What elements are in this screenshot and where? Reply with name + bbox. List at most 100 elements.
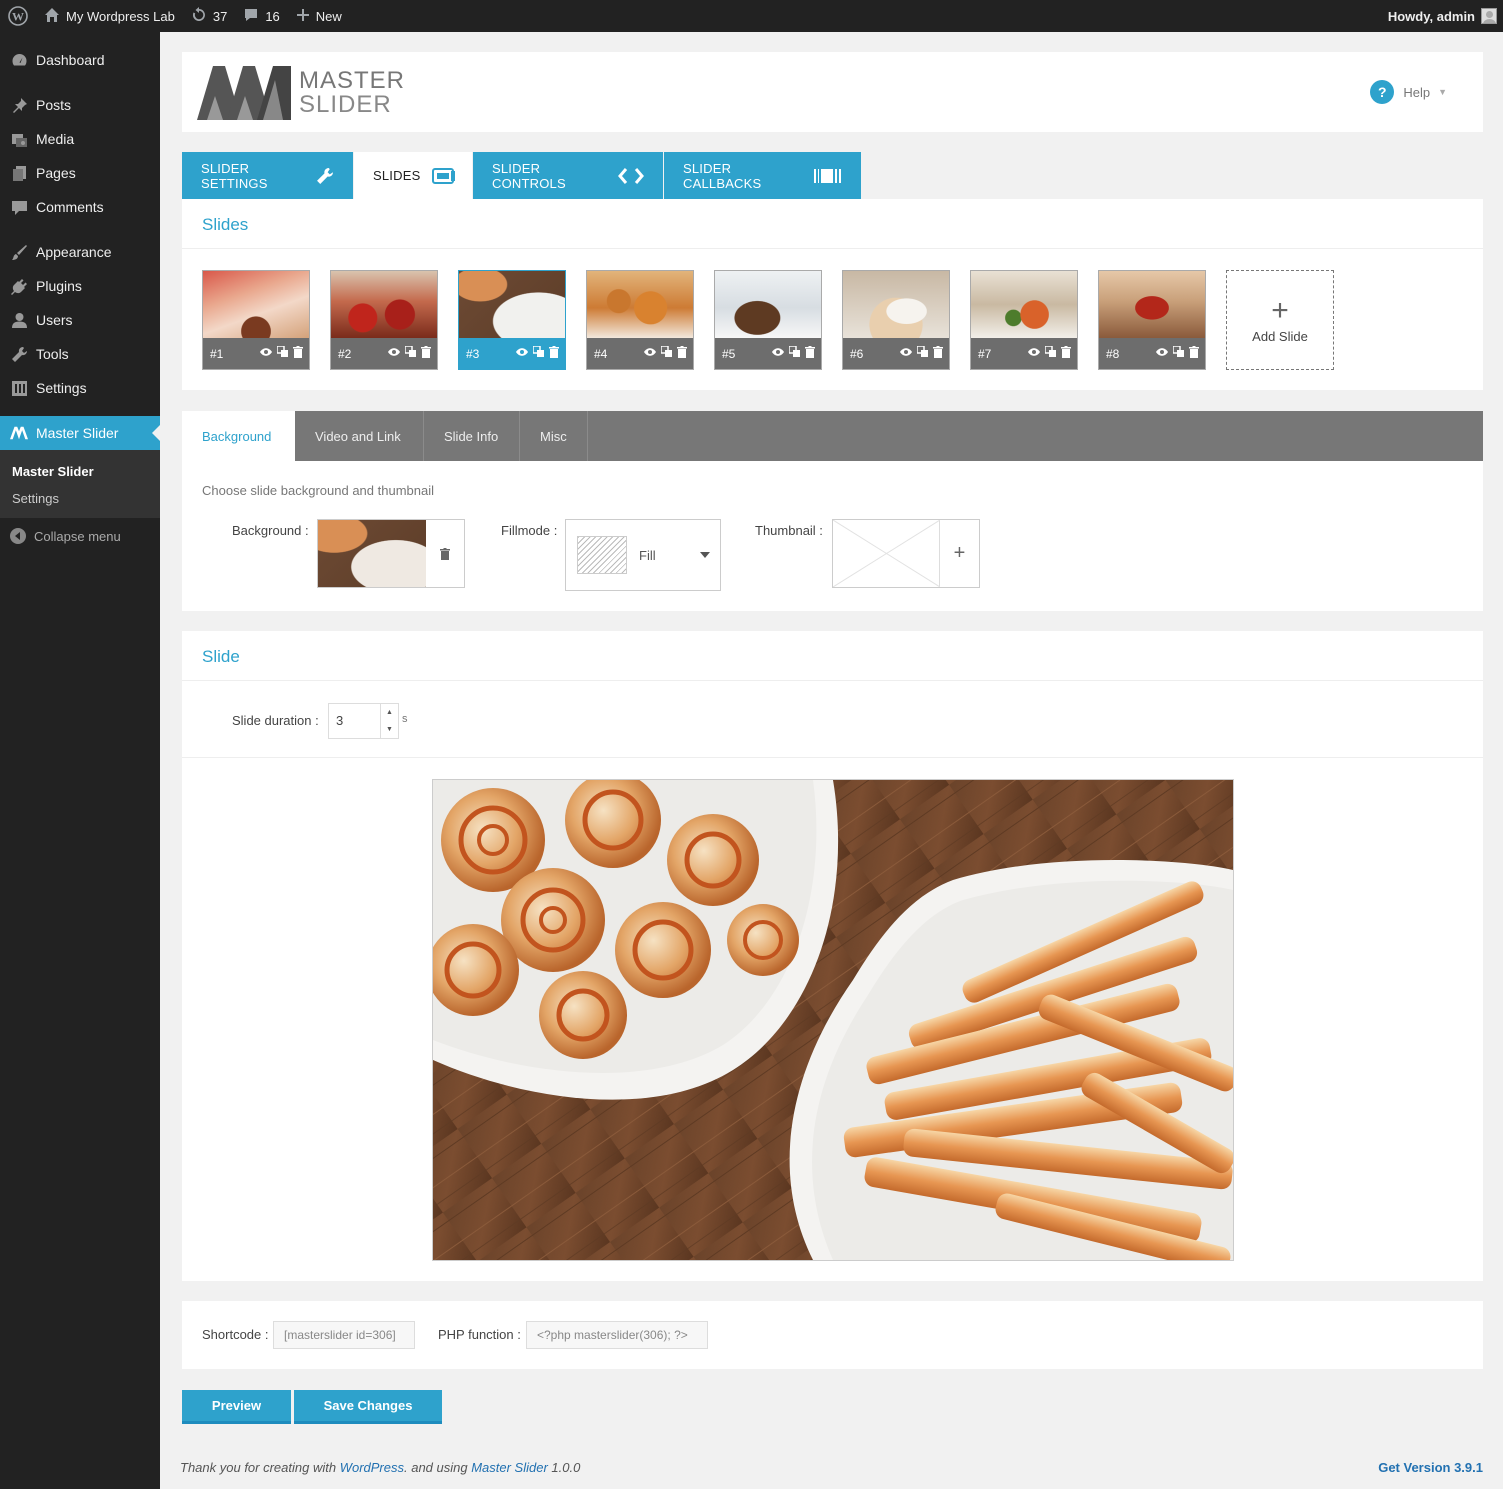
slide-thumb-7[interactable]: #7 xyxy=(970,270,1078,370)
master-slider-link[interactable]: Master Slider xyxy=(471,1460,548,1475)
tab-background[interactable]: Background xyxy=(182,411,295,461)
tab-slide-info[interactable]: Slide Info xyxy=(424,411,520,461)
tab-video-and-link[interactable]: Video and Link xyxy=(295,411,424,461)
wrench-icon xyxy=(10,345,28,363)
user-icon xyxy=(10,311,28,329)
eye-icon[interactable] xyxy=(900,346,912,361)
eye-icon[interactable] xyxy=(516,346,528,361)
eye-icon[interactable] xyxy=(1156,346,1168,361)
slide-thumb-6[interactable]: #6 xyxy=(842,270,950,370)
help-question-icon: ? xyxy=(1370,80,1395,104)
tab-slider-callbacks[interactable]: SLIDER CALLBACKS xyxy=(664,152,861,199)
slide-7-image xyxy=(971,271,1077,338)
trash-icon[interactable] xyxy=(293,346,303,361)
trash-icon[interactable] xyxy=(426,520,464,587)
background-hint: Choose slide background and thumbnail xyxy=(202,483,434,498)
plus-icon[interactable]: + xyxy=(940,520,979,587)
sidebar-item-media[interactable]: Media xyxy=(0,122,160,156)
slide-thumb-4[interactable]: #4 xyxy=(586,270,694,370)
sidebar-item-label: Users xyxy=(36,312,73,328)
slide-number: #7 xyxy=(978,346,992,361)
account-menu[interactable]: Howdy, admin xyxy=(1380,0,1503,32)
add-slide-label: Add Slide xyxy=(1252,328,1308,344)
eye-icon[interactable] xyxy=(260,346,272,361)
admin-bar: W My Wordpress Lab 37 16 New Howdy, admi… xyxy=(0,0,1503,32)
thumbnail-picker[interactable]: + xyxy=(832,519,980,588)
wordpress-link[interactable]: WordPress xyxy=(340,1460,404,1475)
wordpress-logo-icon[interactable]: W xyxy=(0,0,36,32)
duplicate-icon[interactable] xyxy=(916,345,928,361)
slide-duration-input[interactable]: 3 ▲ ▼ xyxy=(328,703,399,739)
submenu-item-settings[interactable]: Settings xyxy=(0,485,160,512)
slide-stage-image[interactable] xyxy=(432,779,1234,1261)
shortcode-panel: Shortcode : [masterslider id=306] PHP fu… xyxy=(182,1301,1483,1369)
fillmode-select[interactable]: Fill xyxy=(565,519,721,591)
trash-icon[interactable] xyxy=(421,346,431,361)
slide-section-title: Slide xyxy=(182,631,1483,681)
background-picker[interactable] xyxy=(317,519,465,588)
svg-text:W: W xyxy=(12,10,24,24)
trash-icon[interactable] xyxy=(677,346,687,361)
plus-icon: + xyxy=(1271,293,1289,327)
admin-sidebar: Dashboard Posts Media Pages Comments App… xyxy=(0,32,160,1489)
sidebar-item-users[interactable]: Users xyxy=(0,303,160,337)
updates-link[interactable]: 37 xyxy=(183,0,235,32)
slide-thumb-8[interactable]: #8 xyxy=(1098,270,1206,370)
sidebar-item-posts[interactable]: Posts xyxy=(0,88,160,122)
pages-icon xyxy=(10,164,28,182)
save-changes-button[interactable]: Save Changes xyxy=(294,1390,442,1424)
shortcode-field[interactable]: [masterslider id=306] xyxy=(273,1321,415,1349)
logo-line-2: SLIDER xyxy=(299,91,392,118)
duplicate-icon[interactable] xyxy=(404,345,416,361)
brush-icon xyxy=(10,243,28,261)
eye-icon[interactable] xyxy=(772,346,784,361)
site-name-link[interactable]: My Wordpress Lab xyxy=(36,0,183,32)
slide-thumb-2[interactable]: #2 xyxy=(330,270,438,370)
sidebar-item-master-slider[interactable]: Master Slider xyxy=(0,416,160,450)
php-function-field[interactable]: <?php masterslider(306); ?> xyxy=(526,1321,708,1349)
spin-down-icon[interactable]: ▼ xyxy=(381,721,398,738)
duplicate-icon[interactable] xyxy=(1172,345,1184,361)
slide-thumb-1[interactable]: #1 xyxy=(202,270,310,370)
get-version-link[interactable]: Get Version 3.9.1 xyxy=(1378,1460,1483,1475)
duplicate-icon[interactable] xyxy=(788,345,800,361)
slide-thumb-5[interactable]: #5 xyxy=(714,270,822,370)
sidebar-item-appearance[interactable]: Appearance xyxy=(0,235,160,269)
duplicate-icon[interactable] xyxy=(1044,345,1056,361)
tab-slider-settings[interactable]: SLIDER SETTINGS xyxy=(182,152,353,199)
sidebar-item-dashboard[interactable]: Dashboard xyxy=(0,43,160,77)
sidebar-item-comments[interactable]: Comments xyxy=(0,190,160,224)
sidebar-item-settings[interactable]: Settings xyxy=(0,371,160,405)
duplicate-icon[interactable] xyxy=(276,345,288,361)
eye-icon[interactable] xyxy=(644,346,656,361)
trash-icon[interactable] xyxy=(933,346,943,361)
tab-label: SLIDER CALLBACKS xyxy=(683,160,762,191)
tab-slider-controls[interactable]: SLIDER CONTROLS xyxy=(473,152,663,199)
new-content-link[interactable]: New xyxy=(288,0,350,32)
comments-link[interactable]: 16 xyxy=(235,0,287,32)
sidebar-item-tools[interactable]: Tools xyxy=(0,337,160,371)
add-slide-button[interactable]: + Add Slide xyxy=(1226,270,1334,370)
trash-icon[interactable] xyxy=(805,346,815,361)
home-icon xyxy=(44,7,60,26)
eye-icon[interactable] xyxy=(1028,346,1040,361)
eye-icon[interactable] xyxy=(388,346,400,361)
trash-icon[interactable] xyxy=(549,346,559,361)
slide-duration-value: 3 xyxy=(336,713,344,728)
trash-icon[interactable] xyxy=(1061,346,1071,361)
collapse-menu-button[interactable]: Collapse menu xyxy=(0,518,160,554)
submenu-item-master-slider[interactable]: Master Slider xyxy=(0,458,160,485)
slide-thumb-3[interactable]: #3 xyxy=(458,270,566,370)
duplicate-icon[interactable] xyxy=(660,345,672,361)
help-button[interactable]: ? Help ▼ xyxy=(1370,80,1447,104)
tab-slides[interactable]: SLIDES xyxy=(354,152,472,199)
spin-up-icon[interactable]: ▲ xyxy=(381,704,398,721)
trash-icon[interactable] xyxy=(1189,346,1199,361)
sidebar-item-plugins[interactable]: Plugins xyxy=(0,269,160,303)
duplicate-icon[interactable] xyxy=(532,345,544,361)
tab-misc[interactable]: Misc xyxy=(520,411,588,461)
slide-6-image xyxy=(843,271,949,338)
sidebar-item-pages[interactable]: Pages xyxy=(0,156,160,190)
preview-button[interactable]: Preview xyxy=(182,1390,291,1424)
slide-number: #3 xyxy=(466,346,480,361)
